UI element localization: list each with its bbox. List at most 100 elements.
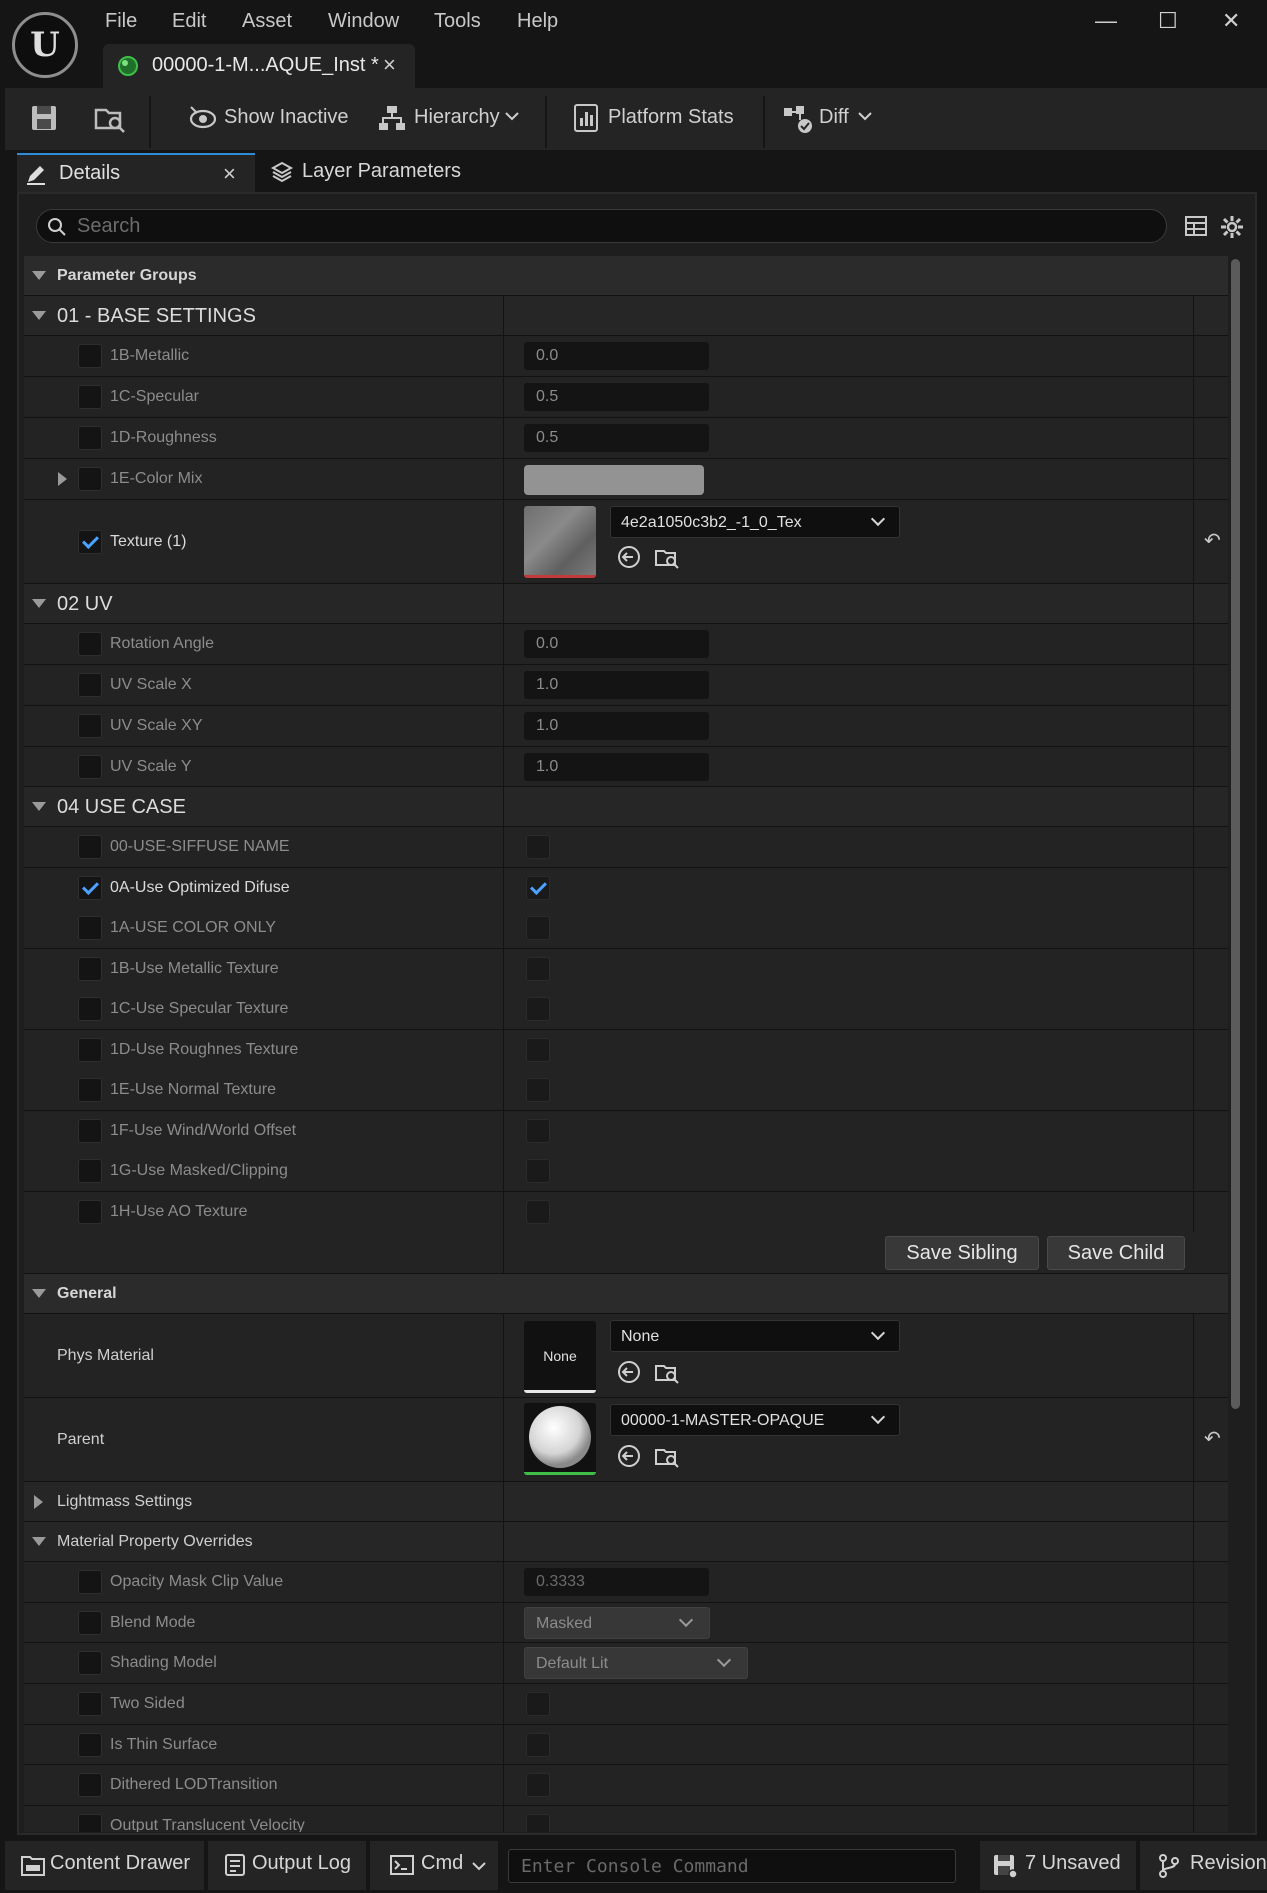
browse-asset-icon[interactable] (94, 102, 126, 134)
override-checkbox[interactable] (78, 755, 102, 779)
save-icon[interactable] (30, 104, 58, 132)
uv-scale-x-field[interactable]: 1.0 (524, 671, 709, 699)
use-case-value-checkbox[interactable] (526, 876, 550, 900)
override-checkbox[interactable] (78, 467, 102, 491)
menu-asset[interactable]: Asset (242, 10, 292, 33)
menu-file[interactable]: File (105, 10, 137, 33)
show-inactive-button[interactable]: Show Inactive (224, 106, 349, 129)
menu-window[interactable]: Window (328, 10, 399, 33)
override-checkbox[interactable] (78, 632, 102, 656)
menu-help[interactable]: Help (517, 10, 558, 33)
maximize-icon[interactable]: ☐ (1158, 8, 1178, 34)
override-checkbox[interactable] (78, 997, 102, 1021)
override-checkbox[interactable] (78, 1200, 102, 1224)
parent-material-picker[interactable]: 00000-1-MASTER-OPAQUE (610, 1404, 900, 1436)
override-checkbox[interactable] (78, 673, 102, 697)
lightmass-settings-category[interactable]: Lightmass Settings (24, 1482, 1228, 1522)
save-sibling-button[interactable]: Save Sibling (885, 1236, 1039, 1270)
override-checkbox[interactable] (78, 1119, 102, 1143)
use-case-value-checkbox[interactable] (526, 1119, 550, 1143)
phys-material-picker[interactable]: None (610, 1320, 900, 1352)
override-checkbox[interactable] (78, 876, 102, 900)
override-checkbox[interactable] (78, 385, 102, 409)
use-case-value-checkbox[interactable] (526, 916, 550, 940)
menu-edit[interactable]: Edit (172, 10, 206, 33)
use-selected-asset-icon[interactable] (616, 544, 642, 570)
two-sided-checkbox[interactable] (526, 1692, 550, 1716)
opacity-mask-field[interactable]: 0.3333 (524, 1568, 709, 1596)
use-case-value-checkbox[interactable] (526, 1159, 550, 1183)
minimize-icon[interactable]: — (1095, 8, 1117, 34)
override-checkbox[interactable] (78, 1692, 102, 1716)
override-checkbox[interactable] (78, 1038, 102, 1062)
output-velocity-checkbox[interactable] (526, 1814, 550, 1832)
color-mix-swatch[interactable] (524, 465, 704, 495)
parameter-groups-header[interactable]: Parameter Groups (24, 256, 1228, 296)
use-selected-asset-icon[interactable] (616, 1359, 642, 1385)
shading-model-dropdown[interactable]: Default Lit (524, 1647, 748, 1679)
platform-stats-button[interactable]: Platform Stats (608, 106, 734, 129)
tab-layer-parameters[interactable]: Layer Parameters (302, 160, 461, 183)
console-command-input[interactable] (521, 1855, 941, 1877)
metallic-value-field[interactable]: 0.0 (524, 342, 709, 370)
menu-tools[interactable]: Tools (434, 10, 481, 33)
thin-surface-checkbox[interactable] (526, 1733, 550, 1757)
window-close-icon[interactable]: ✕ (1222, 8, 1240, 34)
rotation-angle-field[interactable]: 0.0 (524, 630, 709, 658)
override-checkbox[interactable] (78, 344, 102, 368)
override-checkbox[interactable] (78, 916, 102, 940)
search-input[interactable] (77, 214, 1137, 238)
texture-thumbnail[interactable] (524, 506, 596, 578)
override-checkbox[interactable] (78, 1570, 102, 1594)
parent-thumbnail[interactable] (524, 1403, 596, 1475)
override-checkbox[interactable] (78, 957, 102, 981)
override-checkbox[interactable] (78, 835, 102, 859)
reset-to-default-icon[interactable]: ↶ (1204, 1426, 1221, 1451)
browse-asset-icon[interactable] (654, 544, 680, 570)
table-view-icon[interactable] (1185, 216, 1207, 236)
reset-to-default-icon[interactable]: ↶ (1204, 528, 1221, 553)
override-checkbox[interactable] (78, 714, 102, 738)
use-case-value-checkbox[interactable] (526, 957, 550, 981)
close-details-tab-icon[interactable]: × (223, 161, 236, 187)
override-checkbox[interactable] (78, 1773, 102, 1797)
hierarchy-button[interactable]: Hierarchy (414, 106, 500, 129)
use-case-value-checkbox[interactable] (526, 1200, 550, 1224)
material-overrides-category[interactable]: Material Property Overrides (24, 1522, 1228, 1562)
override-checkbox[interactable] (78, 1159, 102, 1183)
save-child-button[interactable]: Save Child (1047, 1236, 1185, 1270)
use-case-value-checkbox[interactable] (526, 1038, 550, 1062)
uv-category[interactable]: 02 UV (24, 584, 1228, 624)
use-case-value-checkbox[interactable] (526, 835, 550, 859)
browse-asset-icon[interactable] (654, 1443, 680, 1469)
override-checkbox[interactable] (78, 1078, 102, 1102)
document-tab[interactable]: 00000-1-M...AQUE_Inst * × (103, 44, 415, 88)
expand-arrow-icon[interactable] (58, 472, 67, 486)
use-case-value-checkbox[interactable] (526, 1078, 550, 1102)
specular-value-field[interactable]: 0.5 (524, 383, 709, 411)
gear-icon[interactable] (1220, 215, 1244, 239)
browse-asset-icon[interactable] (654, 1359, 680, 1385)
dithered-lod-checkbox[interactable] (526, 1773, 550, 1797)
diff-button[interactable]: Diff (819, 106, 849, 129)
override-checkbox[interactable] (78, 1733, 102, 1757)
override-checkbox[interactable] (78, 426, 102, 450)
close-tab-icon[interactable]: × (383, 52, 396, 78)
use-case-value-checkbox[interactable] (526, 997, 550, 1021)
override-checkbox[interactable] (78, 530, 102, 554)
override-checkbox[interactable] (78, 1611, 102, 1635)
override-checkbox[interactable] (78, 1651, 102, 1675)
use-selected-asset-icon[interactable] (616, 1443, 642, 1469)
unreal-logo-icon[interactable]: U (12, 12, 78, 78)
uv-scale-xy-field[interactable]: 1.0 (524, 712, 709, 740)
texture-asset-picker[interactable]: 4e2a1050c3b2_-1_0_Tex (610, 506, 900, 538)
tab-details[interactable]: Details × (17, 153, 255, 192)
details-scrollbar[interactable] (1231, 259, 1240, 1409)
override-checkbox[interactable] (78, 1814, 102, 1832)
use-case-category[interactable]: 04 USE CASE (24, 787, 1228, 827)
base-settings-category[interactable]: 01 - BASE SETTINGS (24, 296, 1228, 336)
phys-material-thumbnail[interactable]: None (524, 1321, 596, 1393)
general-header[interactable]: General (24, 1274, 1228, 1314)
roughness-value-field[interactable]: 0.5 (524, 424, 709, 452)
blend-mode-dropdown[interactable]: Masked (524, 1607, 710, 1639)
